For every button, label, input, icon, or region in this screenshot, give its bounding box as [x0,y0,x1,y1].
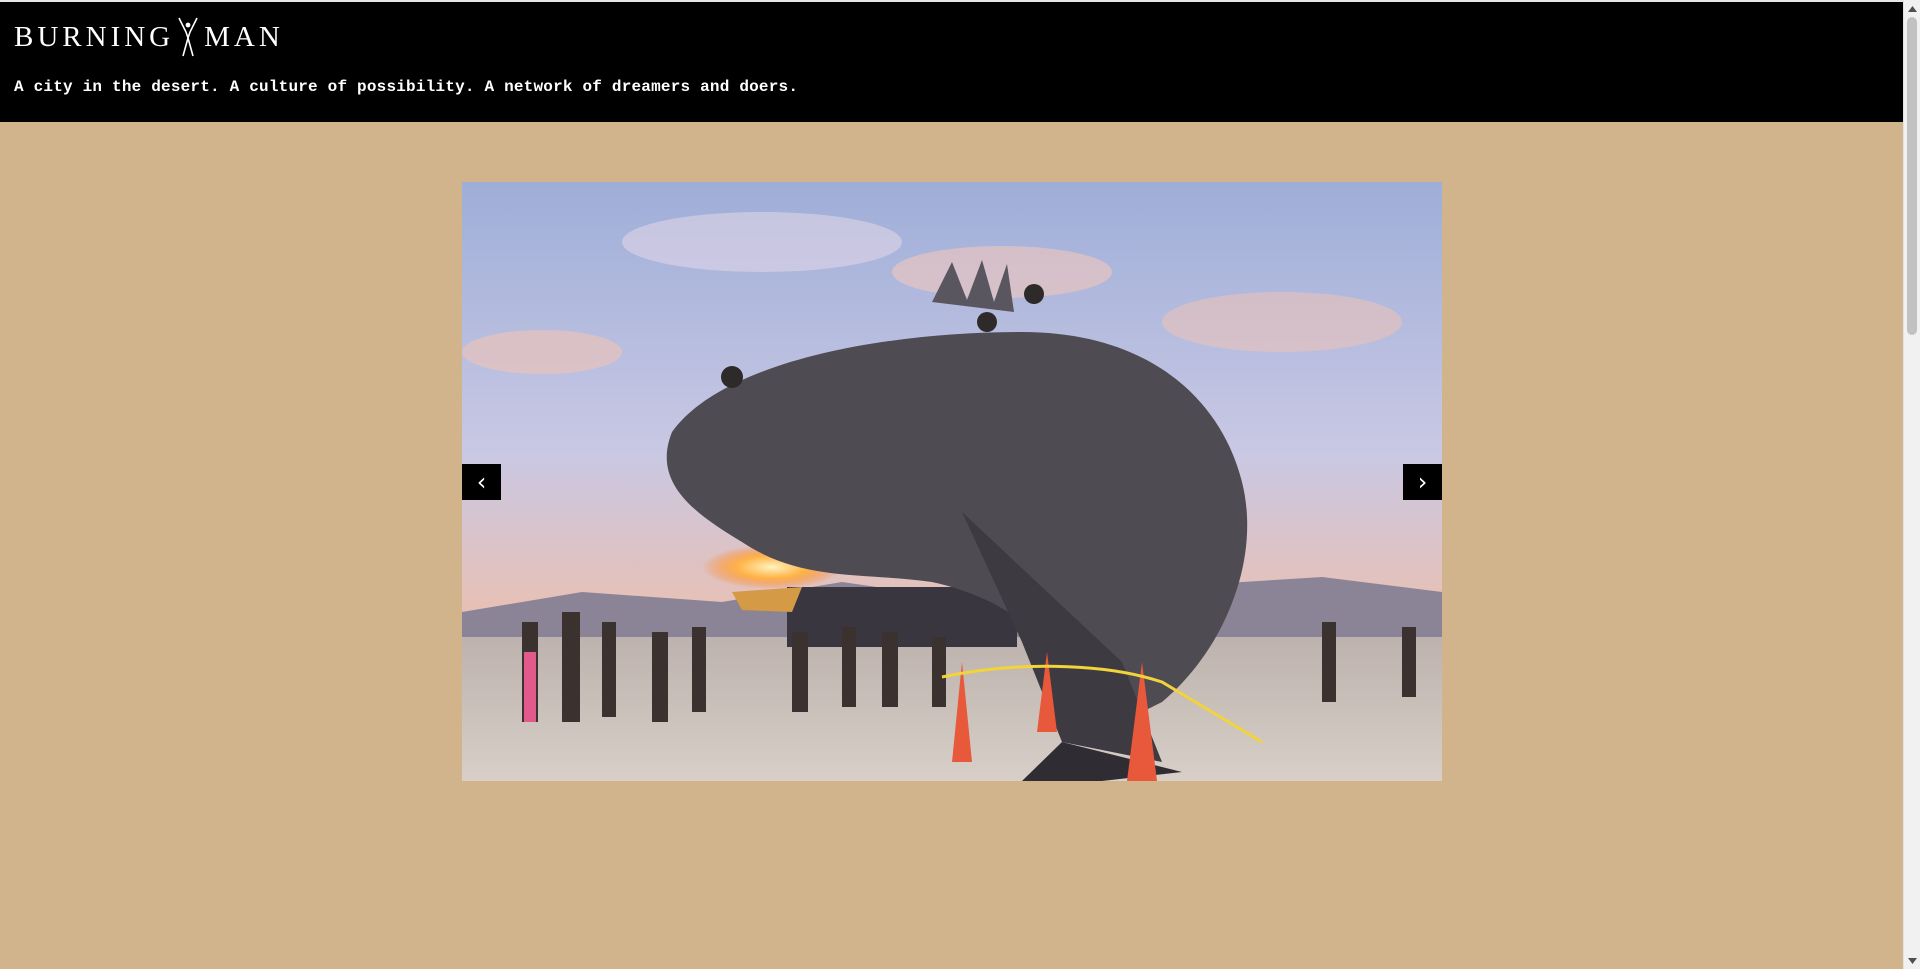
scrollbar-thumb[interactable] [1907,17,1917,335]
burning-man-icon [178,17,198,57]
page-scrollbar[interactable] [1903,0,1920,969]
scroll-down-icon[interactable] [1904,952,1920,969]
logo-word-man: MAN [204,20,284,53]
site-tagline: A city in the desert. A culture of possi… [14,78,799,96]
site-logo[interactable]: BURNING MAN [14,16,284,58]
slideshow-next-button[interactable]: › [1403,464,1442,500]
slideshow-prev-button[interactable]: ‹ [462,464,501,500]
logo-word-burning: BURNING [14,20,175,53]
image-slideshow: ‹ › [462,182,1442,781]
site-header: BURNING MAN A city in the desert. A cult… [0,0,1903,122]
slide-photo [462,182,1442,781]
scroll-up-icon[interactable] [1904,0,1920,17]
